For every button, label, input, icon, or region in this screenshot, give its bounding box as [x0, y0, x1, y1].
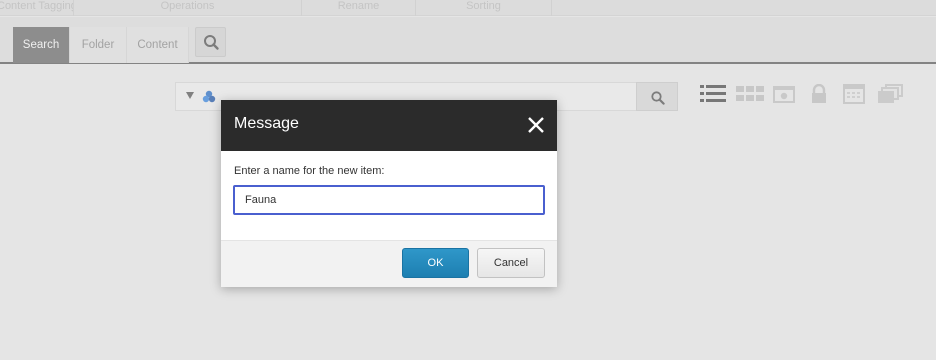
dialog-body: Enter a name for the new item:	[221, 151, 557, 240]
dialog-title: Message	[234, 115, 299, 132]
cancel-button[interactable]: Cancel	[477, 248, 545, 278]
message-dialog: Message Enter a name for the new item: O…	[221, 100, 557, 287]
dialog-footer: OK Cancel	[221, 240, 557, 287]
close-icon[interactable]	[527, 116, 545, 134]
item-name-input[interactable]	[233, 185, 545, 215]
ok-button[interactable]: OK	[402, 248, 469, 278]
prompt-label: Enter a name for the new item:	[234, 165, 385, 177]
dialog-header: Message	[221, 100, 557, 151]
